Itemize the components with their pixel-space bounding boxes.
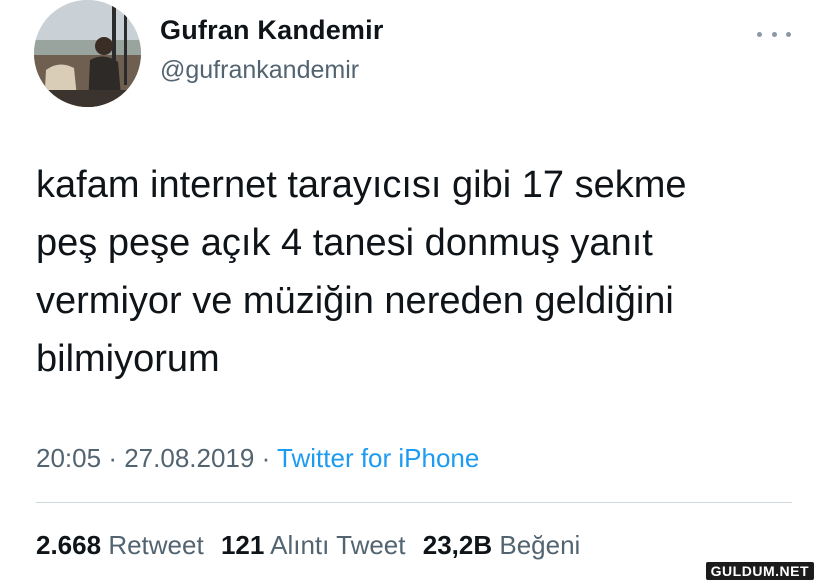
tweet-meta: 20:05 · 27.08.2019 · Twitter for iPhone (36, 443, 479, 474)
author-handle[interactable]: @gufrankandemir (160, 56, 359, 85)
quotes-stat[interactable]: 121 Alıntı Tweet (221, 530, 413, 560)
quotes-label: Alıntı Tweet (270, 530, 406, 560)
divider (36, 502, 792, 503)
likes-count: 23,2B (422, 530, 493, 560)
quotes-count: 121 (220, 530, 265, 560)
more-dot (771, 31, 777, 37)
retweets-count: 2.668 (36, 530, 102, 560)
engagement-stats: 2.668 Retweet 121 Alıntı Tweet 23,2B Beğ… (36, 530, 590, 561)
meta-separator: · (108, 443, 117, 473)
avatar[interactable] (34, 0, 141, 107)
avatar-photo (34, 0, 141, 107)
likes-stat[interactable]: 23,2B Beğeni (423, 530, 581, 560)
tweet-time[interactable]: 20:05 (36, 443, 101, 473)
more-dot (786, 31, 791, 37)
more-horizontal-icon[interactable] (757, 24, 791, 44)
tweet-source-link[interactable]: Twitter for iPhone (277, 443, 479, 473)
retweets-stat[interactable]: 2.668 Retweet (36, 530, 211, 560)
more-dot (757, 31, 762, 37)
tweet-date[interactable]: 27.08.2019 (124, 443, 254, 473)
tweet-text: kafam internet tarayıcısı gibi 17 sekme … (36, 164, 687, 380)
author-display-name[interactable]: Gufran Kandemir (160, 15, 384, 46)
likes-label: Beğeni (499, 530, 581, 560)
watermark-logo: GULDUM.NET (705, 562, 814, 580)
retweets-label: Retweet (108, 530, 204, 560)
meta-separator: · (261, 443, 271, 473)
